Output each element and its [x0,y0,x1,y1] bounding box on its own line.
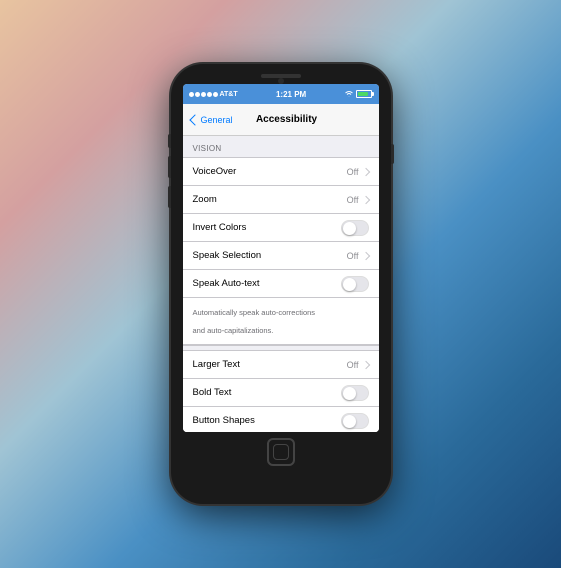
voiceover-label: VoiceOver [193,166,347,177]
invert-colors-row[interactable]: Invert Colors [183,214,379,242]
larger-text-value: Off [347,360,359,370]
zoom-chevron-icon [361,195,369,203]
zoom-label: Zoom [193,194,347,205]
invert-colors-toggle[interactable] [341,220,369,236]
speak-selection-chevron-icon [361,251,369,259]
speak-selection-row[interactable]: Speak Selection Off [183,242,379,270]
status-time: 1:21 PM [276,90,306,99]
power-button [391,144,394,164]
phone-screen: AT&T 1:21 PM General Accessibility [183,84,379,432]
bold-text-toggle[interactable] [341,385,369,401]
back-chevron-icon [189,114,200,125]
button-shapes-toggle-thumb [343,415,356,428]
carrier-label: AT&T [220,91,238,98]
content-area: VISION VoiceOver Off Zoom Off Invert Col… [183,136,379,432]
status-right [344,90,372,98]
larger-text-chevron-icon [361,360,369,368]
speak-autotext-toggle-thumb [343,278,356,291]
status-left: AT&T [189,91,238,98]
nav-bar: General Accessibility [183,104,379,136]
voiceover-value: Off [347,167,359,177]
button-shapes-label: Button Shapes [193,415,341,426]
zoom-row[interactable]: Zoom Off [183,186,379,214]
speak-autotext-label: Speak Auto-text [193,278,341,289]
bold-text-row[interactable]: Bold Text [183,379,379,407]
vision-section-header: VISION [183,136,379,157]
invert-colors-label: Invert Colors [193,222,341,233]
voiceover-chevron-icon [361,167,369,175]
home-button-inner [273,444,289,460]
nav-title: Accessibility [203,114,371,125]
voiceover-row[interactable]: VoiceOver Off [183,158,379,186]
volume-down-button [168,186,171,208]
phone-frame: AT&T 1:21 PM General Accessibility [171,64,391,504]
button-shapes-toggle[interactable] [341,413,369,429]
mute-button [168,134,171,148]
battery-icon [356,90,372,98]
speak-selection-value: Off [347,251,359,261]
signal-icon [189,92,218,97]
phone-camera [278,78,284,84]
bold-text-toggle-thumb [343,387,356,400]
status-bar: AT&T 1:21 PM [183,84,379,104]
bold-text-label: Bold Text [193,387,341,398]
battery-fill [358,92,368,96]
speak-selection-label: Speak Selection [193,250,347,261]
vision-settings-group: VoiceOver Off Zoom Off Invert Colors [183,157,379,346]
button-shapes-row[interactable]: Button Shapes [183,407,379,432]
zoom-value: Off [347,195,359,205]
volume-up-button [168,156,171,178]
larger-text-row[interactable]: Larger Text Off [183,351,379,379]
invert-colors-toggle-thumb [343,222,356,235]
wifi-icon [344,90,354,98]
autotext-description-text: Automatically speak auto-correctionsand … [193,308,316,335]
home-button[interactable] [267,438,295,466]
autotext-description-row: Automatically speak auto-correctionsand … [183,298,379,345]
speak-autotext-toggle[interactable] [341,276,369,292]
more-settings-group: Larger Text Off Bold Text Button Shapes [183,350,379,432]
larger-text-label: Larger Text [193,359,347,370]
speak-autotext-row[interactable]: Speak Auto-text [183,270,379,298]
